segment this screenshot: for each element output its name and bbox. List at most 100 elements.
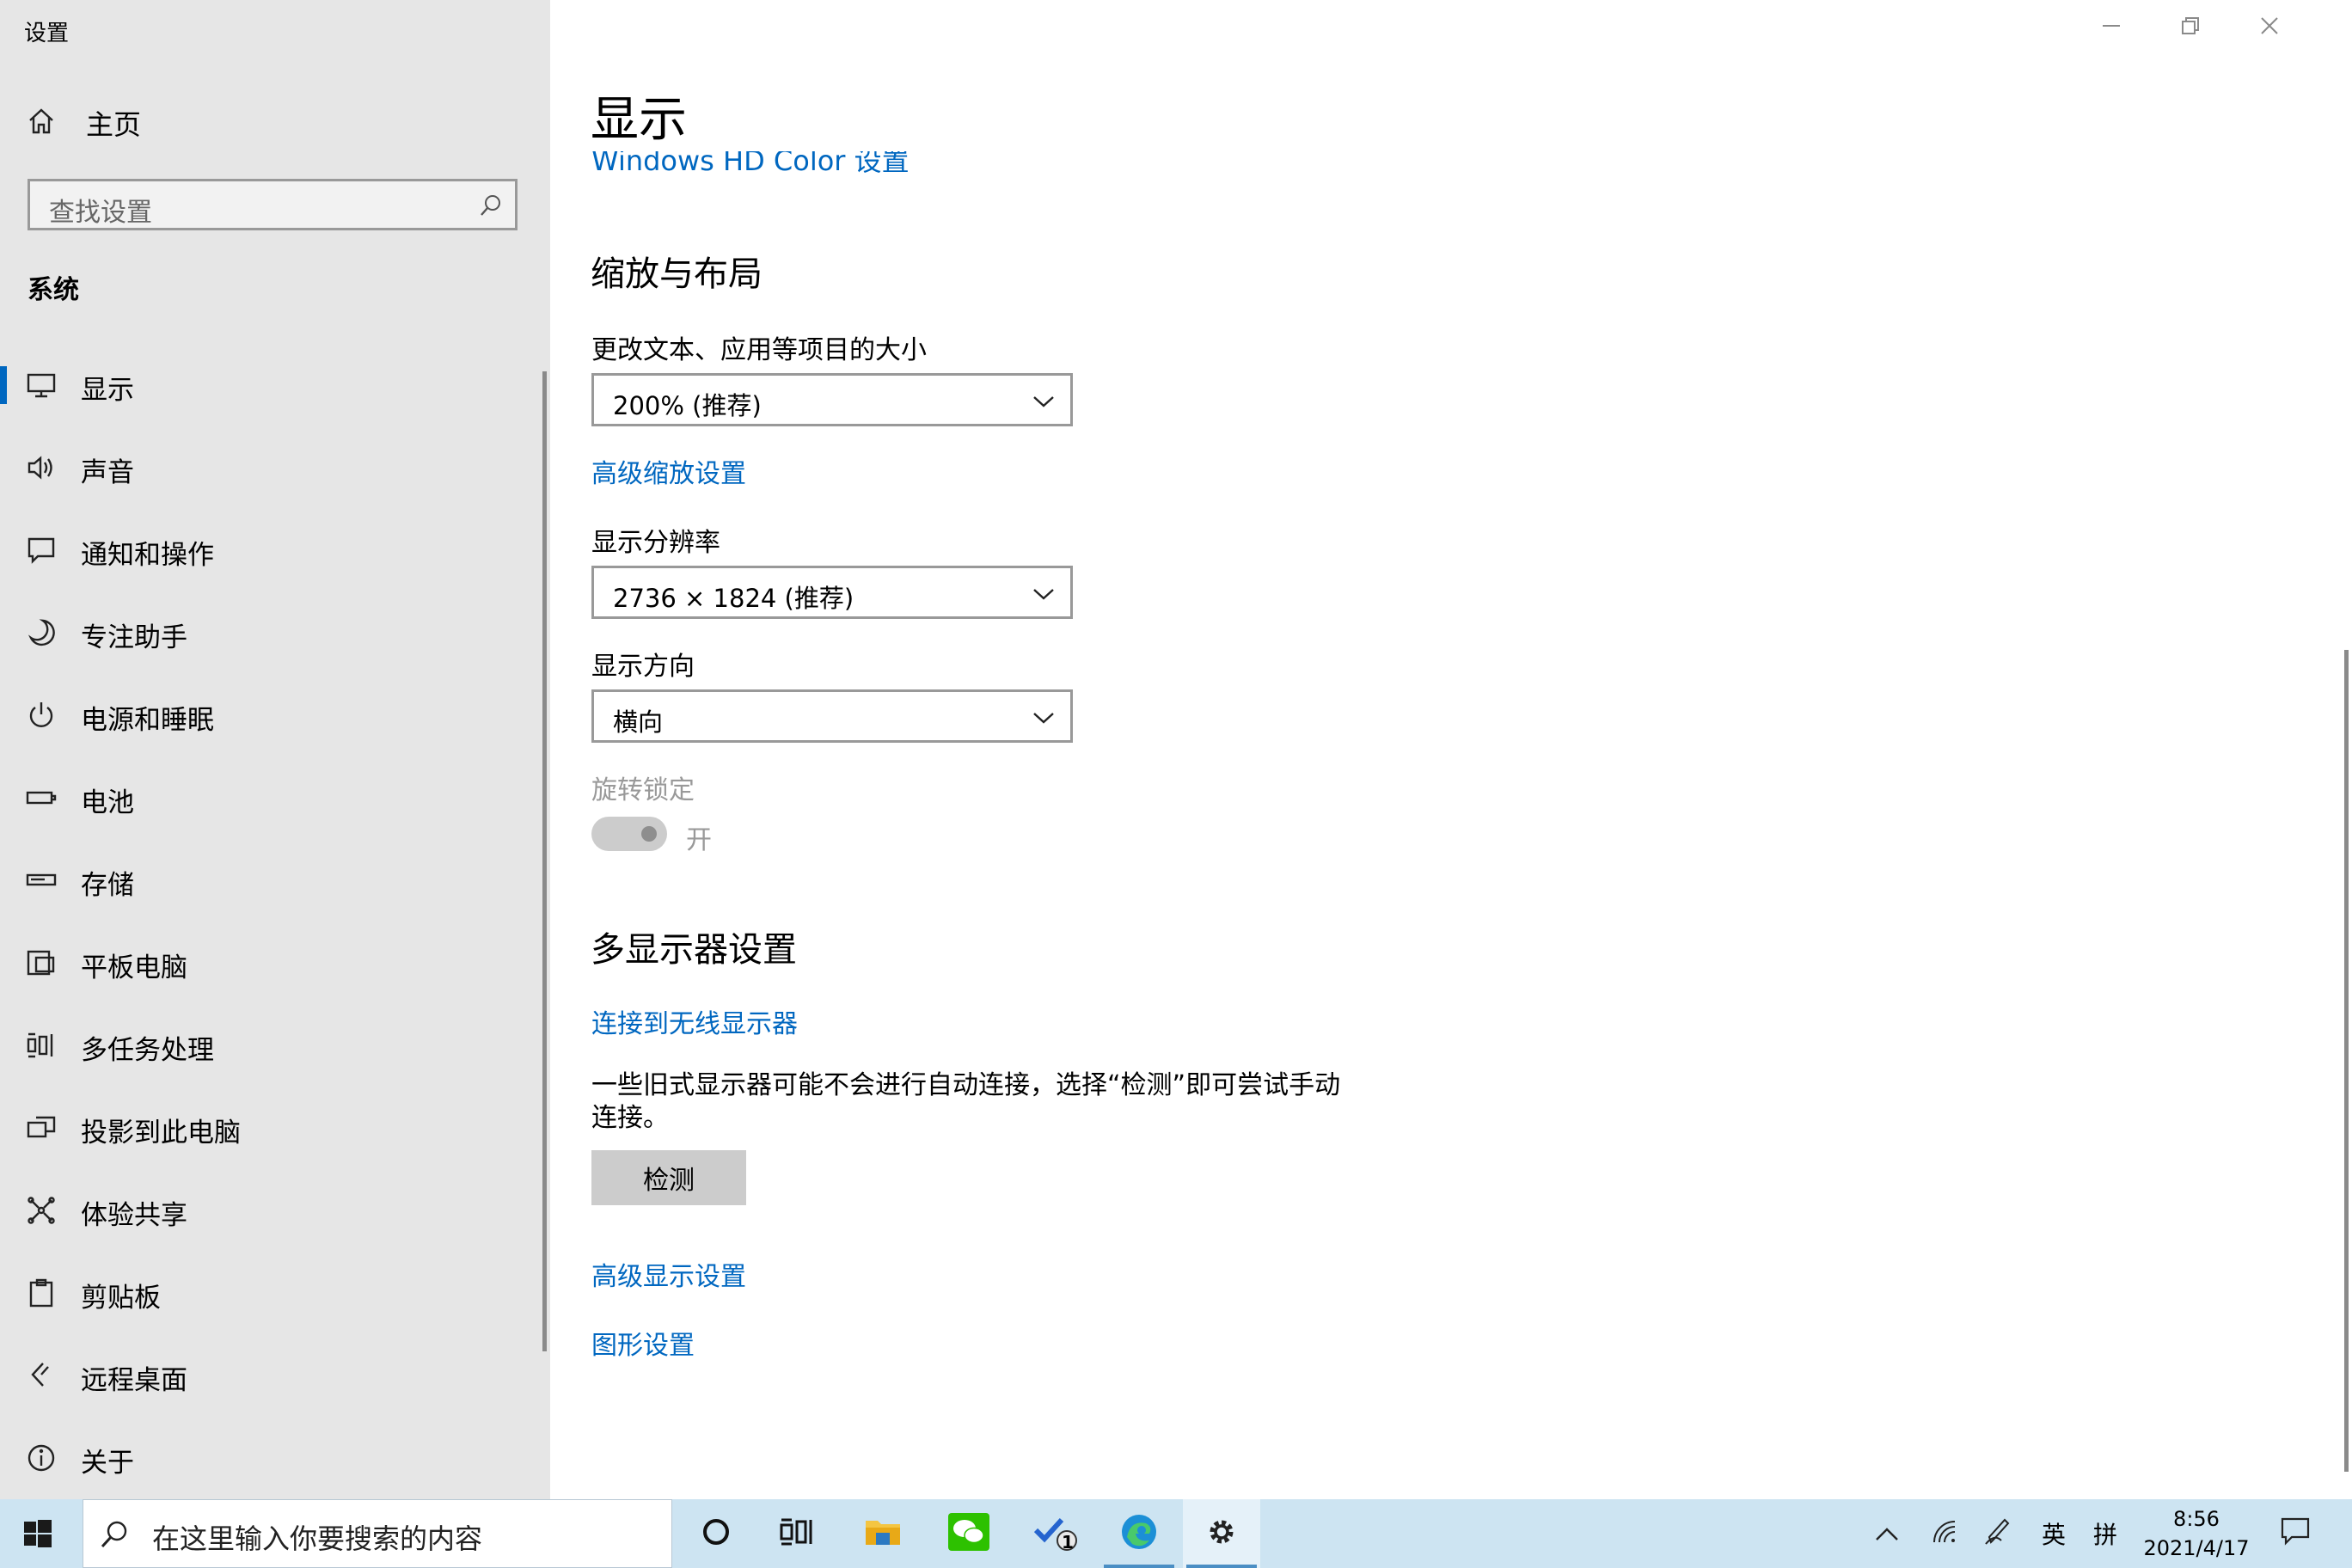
- settings-app-button[interactable]: [1183, 1499, 1260, 1568]
- edge-icon: [1118, 1511, 1160, 1556]
- task-view-button[interactable]: [758, 1499, 836, 1568]
- orientation-value: 横向: [613, 707, 664, 737]
- sidebar-item-storage[interactable]: 存储: [0, 839, 542, 922]
- minimize-button[interactable]: [2072, 0, 2151, 55]
- gear-icon: [1204, 1514, 1240, 1553]
- advanced-display-link[interactable]: 高级显示设置: [591, 1255, 746, 1293]
- sidebar-item-display[interactable]: 显示: [0, 344, 542, 426]
- speaker-icon: [26, 452, 57, 483]
- sidebar-scrollbar[interactable]: [542, 371, 547, 1351]
- resolution-dropdown[interactable]: 2736 × 1824 (推荐): [591, 566, 1073, 619]
- moon-icon: [26, 617, 57, 648]
- scale-value: 200% (推荐): [613, 391, 762, 420]
- restore-button[interactable]: [2151, 0, 2230, 55]
- sidebar-item-label: 体验共享: [81, 1200, 187, 1231]
- monitor-icon: [26, 370, 57, 401]
- resolution-value: 2736 × 1824 (推荐): [613, 584, 854, 613]
- multitasking-icon: [26, 1030, 57, 1061]
- search-icon: [99, 1519, 130, 1553]
- sidebar-item-label: 远程桌面: [81, 1365, 187, 1396]
- sidebar-item-label: 通知和操作: [81, 540, 214, 571]
- sidebar-item-project[interactable]: 投影到此电脑: [0, 1087, 542, 1169]
- sidebar-item-label: 多任务处理: [81, 1035, 214, 1066]
- action-center-button[interactable]: [2269, 1499, 2321, 1568]
- toggle-knob: [641, 826, 657, 842]
- advanced-scaling-link[interactable]: 高级缩放设置: [591, 452, 746, 490]
- sidebar-item-tablet[interactable]: 平板电脑: [0, 922, 542, 1004]
- sidebar-item-label: 投影到此电脑: [81, 1118, 241, 1148]
- settings-search-input[interactable]: 查找设置: [28, 179, 518, 230]
- scale-label: 更改文本、应用等项目的大小: [591, 335, 927, 365]
- chevron-down-icon: [1032, 395, 1055, 412]
- sidebar-item-battery[interactable]: 电池: [0, 756, 542, 839]
- wechat-button[interactable]: [930, 1499, 1008, 1568]
- sidebar-item-multitasking[interactable]: 多任务处理: [0, 1004, 542, 1087]
- rotation-lock-toggle[interactable]: [591, 817, 667, 851]
- network-tray-button[interactable]: [1922, 1499, 1965, 1568]
- rotation-lock-label: 旋转锁定: [591, 775, 695, 805]
- main-scrollbar[interactable]: [2344, 650, 2349, 1472]
- edge-button[interactable]: [1100, 1499, 1178, 1568]
- sidebar-item-power-sleep[interactable]: 电源和睡眠: [0, 674, 542, 756]
- tablet-icon: [26, 947, 57, 978]
- scale-dropdown[interactable]: 200% (推荐): [591, 373, 1073, 426]
- taskbar: 在这里输入你要搜索的内容 1 英 拼 8:56 2021/4/17: [0, 1499, 2352, 1568]
- file-explorer-button[interactable]: [844, 1499, 922, 1568]
- clock-time: 8:56: [2173, 1507, 2220, 1531]
- cortana-circle-icon: [701, 1516, 732, 1551]
- home-icon: [26, 106, 57, 140]
- nav-home[interactable]: 主页: [26, 103, 141, 143]
- sidebar-item-label: 声音: [81, 457, 134, 488]
- hd-color-link-text: Windows HD Color 设置: [591, 151, 910, 175]
- main-content: [550, 0, 2352, 1499]
- pen-icon: [1984, 1516, 2013, 1552]
- scale-layout-heading: 缩放与布局: [591, 254, 763, 294]
- nav-home-label: 主页: [86, 108, 142, 141]
- search-icon[interactable]: [479, 193, 503, 221]
- sidebar-item-about[interactable]: 关于: [0, 1417, 542, 1499]
- ime-language-button[interactable]: 英: [2032, 1499, 2075, 1568]
- pen-tray-button[interactable]: [1977, 1499, 2020, 1568]
- minimize-icon: [2101, 15, 2122, 40]
- taskbar-search-placeholder: 在这里输入你要搜索的内容: [152, 1522, 483, 1555]
- page-title: 显示: [591, 92, 687, 148]
- detect-button[interactable]: 检测: [591, 1150, 746, 1205]
- start-button[interactable]: [22, 1518, 53, 1553]
- orientation-label: 显示方向: [591, 652, 695, 682]
- wechat-icon: [948, 1513, 989, 1554]
- sidebar-item-shared-experiences[interactable]: 体验共享: [0, 1169, 542, 1252]
- sidebar-item-remote-desktop[interactable]: 远程桌面: [0, 1334, 542, 1417]
- sidebar-item-label: 电源和睡眠: [81, 705, 214, 736]
- ime-mode-button[interactable]: 拼: [2084, 1499, 2127, 1568]
- orientation-dropdown[interactable]: 横向: [591, 689, 1073, 743]
- hd-color-link[interactable]: Windows HD Color 设置: [591, 151, 1021, 175]
- sidebar-item-clipboard[interactable]: 剪贴板: [0, 1252, 542, 1334]
- clock[interactable]: 8:56 2021/4/17: [2132, 1504, 2261, 1563]
- action-center-icon: [2280, 1516, 2311, 1552]
- task-view-icon: [780, 1516, 814, 1551]
- close-button[interactable]: [2230, 0, 2309, 55]
- graphics-settings-link[interactable]: 图形设置: [591, 1324, 695, 1362]
- show-hidden-icons-button[interactable]: [1865, 1499, 1908, 1568]
- settings-search-placeholder: 查找设置: [49, 198, 152, 228]
- sidebar-item-notifications[interactable]: 通知和操作: [0, 509, 542, 591]
- wireless-display-link[interactable]: 连接到无线显示器: [591, 1002, 798, 1040]
- todo-button[interactable]: 1: [1018, 1499, 1095, 1568]
- clipboard-icon: [26, 1277, 57, 1308]
- wifi-icon: [1931, 1518, 1957, 1550]
- clock-date: 2021/4/17: [2143, 1536, 2250, 1560]
- section-label: 系统: [28, 275, 79, 305]
- sidebar-item-label: 电池: [81, 787, 134, 818]
- sidebar-item-label: 专注助手: [81, 622, 187, 653]
- sidebar-item-focus-assist[interactable]: 专注助手: [0, 591, 542, 674]
- sidebar-item-label: 剪贴板: [81, 1283, 161, 1314]
- sidebar-item-sound[interactable]: 声音: [0, 426, 542, 509]
- sidebar-item-label: 显示: [81, 375, 134, 406]
- cortana-button[interactable]: [677, 1499, 755, 1568]
- project-icon: [26, 1112, 57, 1143]
- chevron-up-icon: [1875, 1520, 1899, 1548]
- sidebar-item-label: 存储: [81, 870, 134, 901]
- taskbar-search-box[interactable]: 在这里输入你要搜索的内容: [83, 1499, 672, 1568]
- resolution-label: 显示分辨率: [591, 528, 720, 558]
- notification-icon: [26, 535, 57, 566]
